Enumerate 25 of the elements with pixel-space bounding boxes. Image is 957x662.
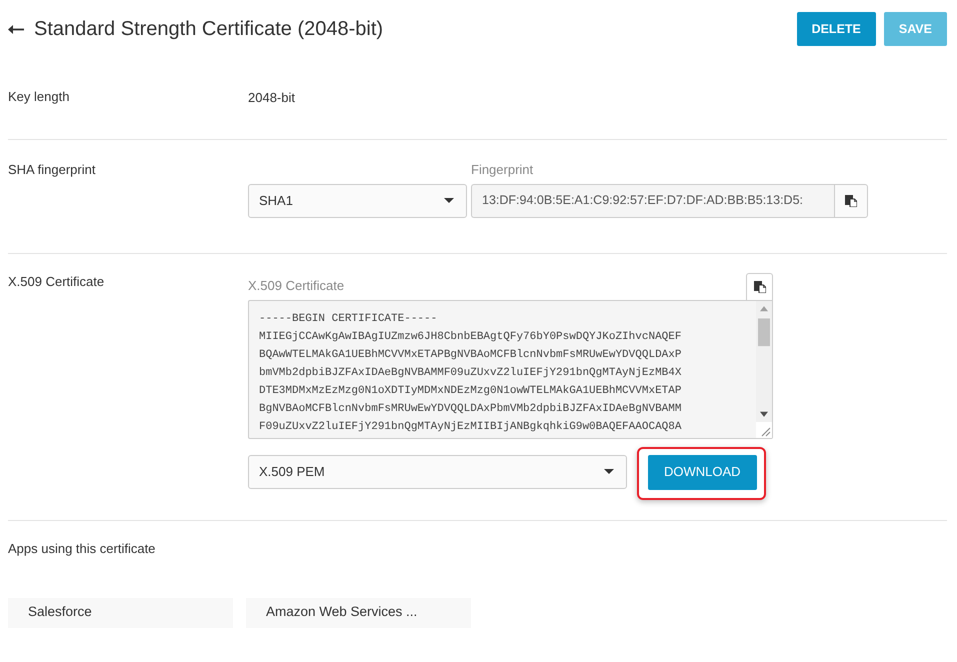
app-tile[interactable]: Salesforce — [8, 598, 233, 628]
field-label: Key length — [8, 88, 70, 106]
format-select[interactable]: X.509 PEM — [248, 454, 627, 488]
resize-grip-icon[interactable] — [756, 422, 772, 438]
page-title: Standard Strength Certificate (2048-bit) — [34, 17, 384, 42]
field-label: SHA fingerprint — [8, 160, 96, 178]
fingerprint-field[interactable]: 13:DF:94:0B:5E:A1:C9:92:57:EF:D7:DF:AD:BB:B5:13:D5: — [471, 184, 834, 218]
algorithm-select[interactable]: SHA1 — [248, 184, 467, 218]
field-value: 2048-bit — [248, 89, 295, 107]
field-label: Apps using this certificate — [8, 540, 156, 558]
copy-icon — [845, 194, 857, 206]
delete-button[interactable]: DELETE — [796, 12, 876, 46]
back-arrow-icon[interactable] — [8, 25, 24, 34]
copy-button[interactable] — [746, 272, 773, 300]
field-caption: Fingerprint — [471, 160, 534, 178]
caret-icon — [604, 469, 614, 474]
copy-button[interactable] — [834, 184, 868, 218]
certificate-text: -----BEGIN CERTIFICATE----- MIIEGjCCAwKgAwIBAgIUZmzw6JH8CbnbEBAgtQFy76bY0PswDQYJKoZIhvcNAQEF BQAwWTELMAkGA1UEBhMCVVMxETAPBgNVBAoMCFBlcnNvbmFsMRUwEwYDVQQLDAxP bmVMb2dpbiBJZFAxIDAeBgNVBAMMF09uZUxvZ2luIEFjY291bnQgMTAyNjEzMB4X DTE3MDMxMzEzMzg0N1oXDTIyMDMxNDEzMzg0N1owWTELMAkGA1UEBhMCVVMxETAP BgNVBAoMCFBlcnNvbmFsMRUwEwYDVQQLDAxPbmVMb2dpbiBJZFAxIDAeBgNVBAMM F09uZUxvZ2luIEFjY291bnQgMTAyNjEzMIIBIjANBgkqhkiG9w0BAQEFAAOCAQ8A — [258, 312, 682, 434]
app-tile[interactable]: Amazon Web Services ... — [246, 598, 471, 628]
certificate-field[interactable] — [248, 300, 773, 438]
field-caption: X.509 Certificate — [248, 276, 344, 294]
caret-icon — [444, 198, 454, 203]
field-label: X.509 Certificate — [8, 272, 106, 290]
download-button[interactable]: DOWNLOAD — [648, 454, 757, 490]
copy-icon — [754, 280, 766, 292]
